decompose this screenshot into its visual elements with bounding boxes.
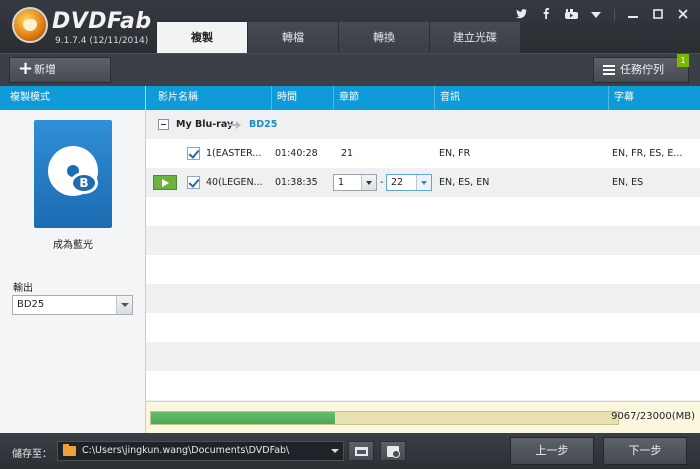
- title-audio: EN, ES, EN: [439, 177, 490, 188]
- column-header-audio[interactable]: 音訊: [434, 86, 608, 110]
- title-subtitles: EN, ES: [612, 177, 644, 188]
- dropdown-icon[interactable]: [589, 10, 603, 21]
- chapter-end-value: 22: [391, 177, 404, 188]
- dvdfab-logo-icon: [12, 7, 48, 43]
- output-select-value: BD25: [17, 299, 45, 310]
- task-queue-button[interactable]: 任務佇列 1: [593, 54, 689, 83]
- app-version: 9.1.7.4 (12/11/2014): [55, 36, 149, 46]
- tab-creator[interactable]: 建立光碟: [429, 22, 520, 53]
- bottom-bar: 儲存至： C:\Users\jingkun.wang\Documents\DVD…: [0, 433, 700, 469]
- bluray-logo-icon: B: [70, 172, 98, 194]
- title-subtitles: EN, FR, ES, E...: [612, 148, 683, 159]
- table-header: 影片名稱 時間 章節 音訊 字幕: [146, 86, 700, 110]
- chapter-end-select[interactable]: 22: [386, 174, 432, 191]
- title-time: 01:38:35: [275, 177, 318, 188]
- column-header-subtitles[interactable]: 字幕: [608, 86, 700, 110]
- title-audio: EN, FR: [439, 148, 471, 159]
- play-icon[interactable]: [153, 175, 177, 190]
- previous-button[interactable]: 上一步: [510, 437, 594, 465]
- folder-settings-button[interactable]: [380, 441, 406, 461]
- capacity-area: 9067/23000(MB): [146, 401, 700, 433]
- mode-tabs: 複製 轉檔 轉換 建立光碟: [156, 22, 520, 53]
- folder-icon: [63, 444, 76, 456]
- folder-open-icon: [355, 447, 368, 456]
- arrow-right-icon: [228, 110, 242, 139]
- browse-folder-button[interactable]: [348, 441, 374, 461]
- column-header-chapters[interactable]: 章節: [333, 86, 434, 110]
- save-to-label: 儲存至：: [12, 449, 52, 460]
- add-button-label: 新增: [34, 63, 56, 76]
- plus-icon: +: [18, 58, 34, 79]
- chapter-start-value: 1: [338, 177, 345, 188]
- controls-divider: [614, 9, 615, 21]
- empty-row: [146, 226, 700, 255]
- empty-row: [146, 313, 700, 342]
- collapse-icon[interactable]: [158, 119, 169, 130]
- group-name: My Blu-ray: [176, 119, 234, 130]
- window-controls: [514, 8, 690, 22]
- output-select[interactable]: BD25: [12, 295, 133, 315]
- output-path-value: C:\Users\jingkun.wang\Documents\DVDFab\: [82, 445, 290, 456]
- next-button[interactable]: 下一步: [603, 437, 687, 465]
- title-name: 40(LEGEN...: [206, 177, 263, 188]
- tab-ripper[interactable]: 轉檔: [247, 22, 338, 53]
- tab-converter[interactable]: 轉換: [338, 22, 429, 53]
- task-queue-label: 任務佇列: [620, 63, 664, 76]
- table-row[interactable]: 40(LEGEN... 01:38:35 1 - 22 EN, ES, EN E…: [146, 168, 700, 197]
- group-row[interactable]: My Blu-ray BD25: [146, 110, 700, 139]
- close-icon[interactable]: [676, 8, 690, 22]
- left-panel-footer: [0, 401, 146, 433]
- capacity-text: 9067/23000(MB): [611, 411, 695, 422]
- title-table: 影片名稱 時間 章節 音訊 字幕 My Blu-ray BD25 1(EASTE…: [146, 86, 700, 429]
- table-rows: My Blu-ray BD25 1(EASTER... 01:40:28 21 …: [146, 110, 700, 429]
- empty-row: [146, 255, 700, 284]
- title-checkbox[interactable]: [187, 147, 200, 160]
- column-header-time[interactable]: 時間: [271, 86, 333, 110]
- title-checkbox[interactable]: [187, 176, 200, 189]
- youtube-icon[interactable]: [564, 8, 578, 22]
- minimize-icon[interactable]: [626, 9, 640, 22]
- queue-count-badge: 1: [677, 54, 689, 67]
- title-chapters: 21: [341, 148, 354, 159]
- copy-mode-label: 成為藍光: [53, 240, 93, 251]
- capacity-bar: [150, 411, 619, 425]
- output-label: 輸出: [13, 283, 33, 294]
- list-icon: [603, 65, 615, 75]
- copy-mode-panel: 複製模式 B 成為藍光 輸出 BD25: [0, 86, 146, 401]
- group-target: BD25: [249, 119, 278, 130]
- title-name: 1(EASTER...: [206, 148, 262, 159]
- chevron-down-icon[interactable]: [116, 296, 132, 314]
- empty-row: [146, 342, 700, 371]
- add-button[interactable]: + 新增: [9, 57, 111, 83]
- twitter-icon[interactable]: [514, 8, 528, 22]
- output-path-field[interactable]: C:\Users\jingkun.wang\Documents\DVDFab\: [57, 441, 344, 461]
- empty-row: [146, 284, 700, 313]
- app-logo: DVDFab: [52, 9, 152, 34]
- copy-mode-header: 複製模式: [0, 86, 145, 110]
- toolbar: + 新增 任務佇列 1: [0, 53, 700, 86]
- tab-copy[interactable]: 複製: [156, 22, 247, 53]
- dvdfab-window: DVDFab 9.1.7.4 (12/11/2014) 複製 轉檔 轉換 建立光…: [0, 0, 700, 469]
- chevron-down-icon[interactable]: [331, 449, 339, 453]
- chapter-range-separator: -: [380, 177, 384, 188]
- chevron-down-icon[interactable]: [416, 175, 431, 190]
- title-time: 01:40:28: [275, 148, 318, 159]
- empty-row: [146, 197, 700, 226]
- column-header-title[interactable]: 影片名稱: [146, 86, 271, 110]
- table-row[interactable]: 1(EASTER... 01:40:28 21 EN, FR EN, FR, E…: [146, 139, 700, 168]
- folder-settings-icon: [387, 446, 400, 458]
- empty-row: [146, 371, 700, 400]
- facebook-icon[interactable]: [539, 8, 553, 22]
- maximize-icon[interactable]: [651, 8, 665, 22]
- chevron-down-icon[interactable]: [361, 175, 376, 190]
- title-bar: DVDFab 9.1.7.4 (12/11/2014) 複製 轉檔 轉換 建立光…: [0, 0, 700, 53]
- capacity-bar-fill: [151, 412, 335, 424]
- copy-mode-card[interactable]: B: [34, 120, 112, 228]
- chapter-start-select[interactable]: 1: [333, 174, 377, 191]
